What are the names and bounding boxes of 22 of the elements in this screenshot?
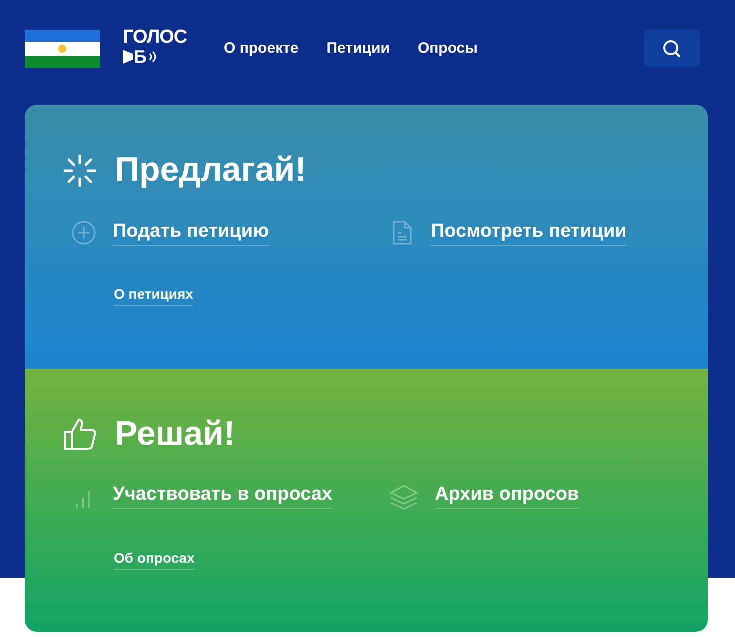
section-link[interactable]: Посмотреть петиции bbox=[431, 220, 627, 246]
megaphone-icon bbox=[123, 50, 133, 64]
sparkle-icon bbox=[63, 154, 97, 188]
section-title: Решай! bbox=[115, 414, 236, 454]
layers-icon bbox=[389, 484, 419, 510]
section-link[interactable]: Подать петицию bbox=[113, 220, 270, 246]
sound-waves-icon bbox=[148, 50, 158, 64]
logo-text: Б bbox=[134, 48, 147, 66]
plus-circle-icon bbox=[71, 220, 97, 246]
search-icon bbox=[662, 38, 682, 58]
nav-link[interactable]: Опросы bbox=[418, 40, 478, 57]
nav-link[interactable]: Петиции bbox=[326, 40, 390, 57]
flag-icon bbox=[25, 30, 100, 68]
section-title: Предлагай! bbox=[115, 151, 306, 190]
search-button[interactable] bbox=[644, 30, 700, 67]
section-link[interactable]: Архив опросов bbox=[435, 484, 580, 509]
about-link[interactable]: О петициях bbox=[114, 286, 194, 306]
thumbs-up-icon bbox=[63, 417, 97, 451]
nav-link[interactable]: О проекте bbox=[224, 40, 299, 57]
logo-text: ГОЛОС bbox=[123, 28, 188, 48]
section-link[interactable]: Участвовать в опросах bbox=[113, 484, 333, 509]
about-link[interactable]: Об опросах bbox=[114, 550, 195, 570]
